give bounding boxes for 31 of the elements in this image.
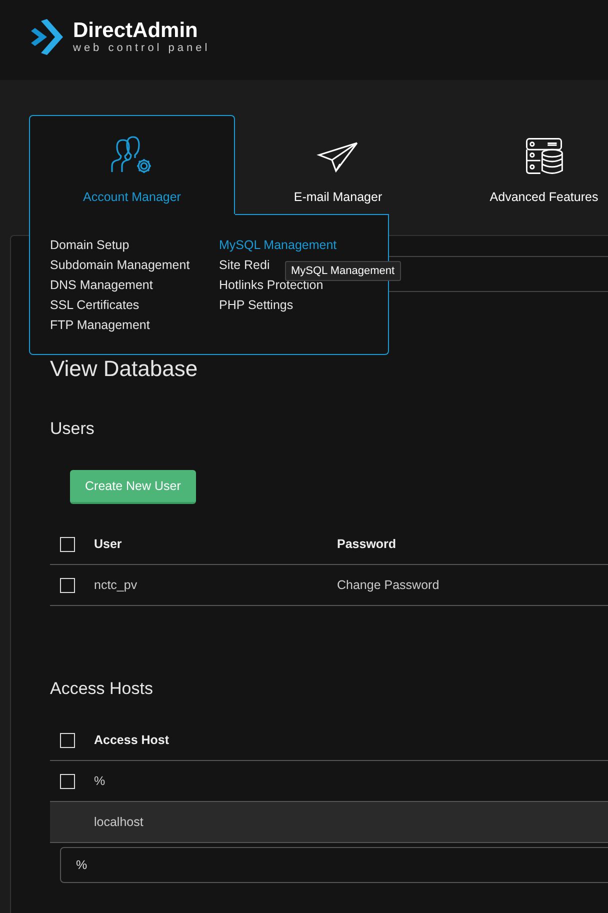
checkbox[interactable] [60, 774, 75, 788]
table-cell: localhost [94, 815, 144, 829]
menu-item[interactable]: FTP Management [50, 315, 219, 335]
users-gear-icon [110, 136, 154, 176]
host-input-field[interactable]: % [60, 847, 608, 883]
table-cell: Change Password [337, 578, 440, 592]
nav-tab[interactable]: E-mail Manager [235, 115, 441, 215]
menu-item[interactable]: SSL Certificates [50, 295, 219, 315]
menu-item[interactable]: Subdomain Management [50, 255, 219, 275]
checkbox[interactable] [60, 578, 75, 592]
menu-item[interactable]: PHP Settings [219, 295, 388, 315]
checkbox[interactable] [60, 536, 75, 552]
nav-tab[interactable]: Account Manager [29, 115, 235, 215]
menu-item[interactable]: DNS Management [50, 275, 219, 295]
table-cell: nctc_pv [94, 578, 138, 592]
column-header: Password [337, 537, 396, 551]
brand-name: DirectAdmin [73, 20, 199, 42]
section-title: Access Hosts [50, 678, 154, 700]
logo-icon [29, 17, 65, 57]
checkbox[interactable] [60, 732, 75, 748]
column-header: User [94, 537, 122, 551]
page-title: View Database [50, 356, 199, 382]
brand-tagline: web control panel [73, 42, 210, 54]
menu-item[interactable]: Domain Setup [50, 235, 219, 255]
menu-item[interactable]: MySQL Management [219, 235, 388, 255]
column-header: Access Host [94, 733, 170, 747]
section-title: Users [50, 418, 96, 440]
server-database-icon [524, 136, 564, 176]
table-cell: % [94, 774, 106, 788]
nav-tab[interactable]: Advanced Features [441, 115, 608, 215]
tooltip: MySQL Management [285, 261, 401, 281]
